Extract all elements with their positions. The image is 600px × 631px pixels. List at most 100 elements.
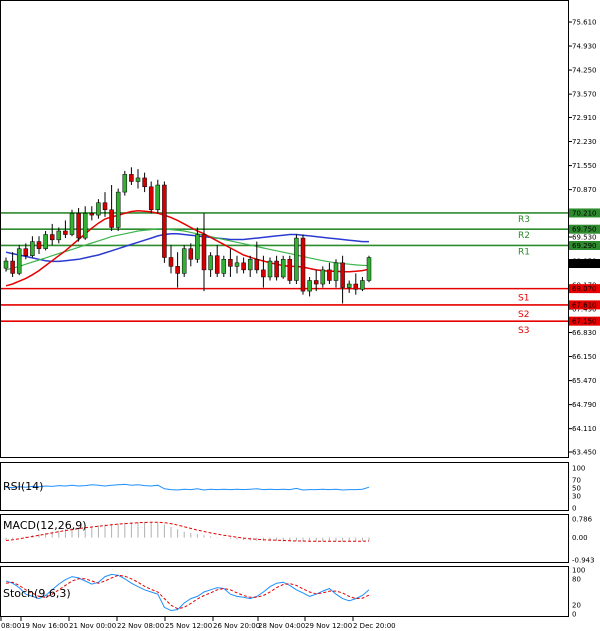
- candle-body: [320, 269, 326, 285]
- candle-body: [261, 269, 266, 278]
- x-tick-label: 19 Nov 16:00: [21, 622, 68, 630]
- candle-body: [360, 280, 365, 290]
- level-name-s1: S1: [518, 294, 529, 304]
- level-value-s3: 67.150: [572, 318, 597, 326]
- candle-body: [76, 213, 81, 239]
- candle-body: [188, 248, 194, 260]
- level-value-r2: 69.750: [572, 226, 597, 234]
- stoch-tick-label: 20: [572, 602, 581, 610]
- candle-body: [214, 255, 220, 274]
- candle-body: [36, 241, 42, 249]
- level-value-r1: 69.290: [572, 242, 597, 250]
- candle-body: [280, 259, 286, 278]
- rsi-title: RSI(14): [3, 480, 43, 493]
- y-tick-label: 64.110: [572, 425, 597, 433]
- y-tick-label: 73.570: [572, 91, 597, 99]
- y-tick-label: 66.150: [572, 353, 597, 361]
- candle-body: [274, 260, 279, 278]
- candle-body: [340, 262, 345, 288]
- candle-body: [89, 213, 95, 216]
- x-tick-label: 28 Nov 04:00: [258, 622, 305, 630]
- x-tick-label: 22 Nov 08:00: [117, 622, 164, 630]
- rsi-tick-label: 30: [572, 493, 581, 501]
- x-tick-label: 29 Nov 12:00: [305, 622, 352, 630]
- candle-body: [175, 266, 180, 274]
- candle-body: [254, 259, 260, 271]
- stoch-tick-label: 100: [572, 567, 585, 575]
- candle-body: [353, 283, 359, 290]
- level-name-r1: R1: [518, 247, 530, 257]
- candle-body: [346, 283, 352, 288]
- candle-body: [43, 234, 48, 249]
- candle-body: [129, 174, 134, 182]
- candle-body: [333, 262, 339, 281]
- candle-body: [10, 260, 15, 274]
- level-value-r3: 70.210: [572, 209, 597, 217]
- candle-body: [195, 234, 200, 260]
- trading-chart: 75.610 74.930 74.250 73.570 72.910 72.230 71.5…: [0, 0, 600, 631]
- candle-body: [3, 260, 9, 269]
- level-name-r3: R3: [518, 215, 530, 225]
- candle-body: [122, 174, 128, 193]
- y-tick-label: 64.790: [572, 401, 597, 409]
- candle-body: [294, 237, 299, 281]
- macd-tick-label: 0.786: [572, 516, 593, 524]
- level-name-s3: S3: [518, 326, 529, 336]
- macd-tick-label: 0.00: [572, 534, 588, 542]
- candle-body: [267, 260, 273, 278]
- candle-body: [307, 280, 312, 292]
- x-tick-label: 26 Nov 20:00: [213, 622, 260, 630]
- candle-body: [16, 248, 22, 274]
- candle-body: [201, 234, 207, 271]
- candle-body: [148, 186, 154, 211]
- y-tick-label: 70.870: [572, 186, 597, 194]
- candle-body: [168, 257, 174, 267]
- candle-body: [56, 230, 62, 241]
- candle-body: [221, 259, 227, 274]
- stoch-title: Stoch(9,6,3): [3, 587, 71, 600]
- x-tick-label: 08:00: [1, 622, 21, 630]
- x-tick-label: 2 Dec 20:00: [353, 622, 396, 630]
- y-tick-label: 69.530: [572, 234, 597, 242]
- candle-body: [241, 262, 246, 271]
- candle-body: [155, 184, 161, 211]
- level-name-r2: R2: [518, 231, 530, 241]
- current-price-value: 68.780: [572, 260, 597, 268]
- candle-body: [109, 209, 114, 228]
- candle-body: [208, 255, 213, 271]
- candle-body: [234, 262, 240, 267]
- candle-body: [327, 269, 332, 281]
- candle-body: [247, 259, 253, 271]
- y-tick-label: 66.830: [572, 329, 597, 337]
- candle-body: [115, 191, 121, 228]
- rsi-tick-label: 0: [572, 505, 576, 513]
- level-value-s2: 67.610: [572, 301, 597, 309]
- stoch-tick-label: 0: [572, 611, 576, 619]
- x-tick-label: 21 Nov 00:00: [69, 622, 116, 630]
- candle-body: [102, 202, 108, 211]
- candle-body: [135, 177, 141, 182]
- y-tick-label: 75.610: [572, 19, 597, 27]
- candle-body: [228, 259, 233, 267]
- candle-body: [69, 213, 75, 235]
- candle-body: [300, 237, 306, 292]
- y-tick-label: 72.910: [572, 114, 597, 122]
- y-tick-label: 74.250: [572, 67, 597, 75]
- y-tick-label: 72.230: [572, 138, 597, 146]
- candle-body: [162, 184, 167, 258]
- y-tick-label: 71.550: [572, 162, 597, 170]
- macd-tick-label: -0.943: [572, 557, 595, 565]
- candle-body: [23, 248, 29, 256]
- x-tick-label: 25 Nov 12:00: [165, 622, 212, 630]
- macd-title: MACD(12,26,9): [3, 519, 87, 532]
- candle-body: [30, 241, 35, 256]
- candle-body: [82, 213, 88, 239]
- rsi-tick-label: 50: [572, 485, 581, 493]
- candle-body: [63, 230, 68, 235]
- candle-body: [313, 280, 319, 285]
- rsi-tick-label: 70: [572, 477, 581, 485]
- level-value-s1: 68.070: [572, 285, 597, 293]
- y-tick-label: 74.930: [572, 43, 597, 51]
- y-tick-label: 63.450: [572, 449, 597, 457]
- stoch-tick-label: 80: [572, 575, 581, 583]
